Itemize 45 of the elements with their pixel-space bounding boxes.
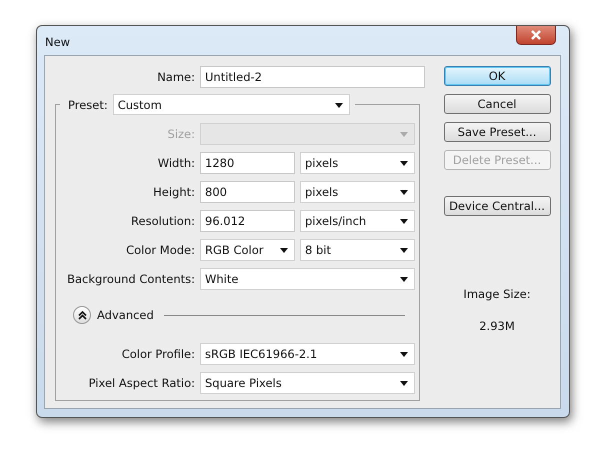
dropdown[interactable]: pixels [300, 181, 415, 203]
cancel-button[interactable]: Cancel [444, 94, 550, 114]
dropdown[interactable]: sRGB IEC61966-2.1 [200, 343, 415, 365]
caret-icon [400, 161, 408, 166]
window-title: New [45, 35, 70, 49]
caret-icon [400, 248, 408, 253]
caret-icon [334, 103, 343, 108]
input-field[interactable]: Untitled-2 [200, 66, 425, 88]
caret-icon [400, 190, 408, 195]
input-field[interactable]: 96.012 [200, 210, 295, 232]
ok-button[interactable]: OK [444, 66, 550, 86]
caret-icon [400, 381, 408, 386]
save-preset-button[interactable]: Save Preset... [444, 122, 550, 142]
field-label: Color Mode: [125, 243, 195, 257]
field-label: Height: [152, 185, 195, 199]
caret-icon [400, 219, 408, 224]
caret-icon [400, 132, 408, 137]
dropdown[interactable]: pixels/inch [300, 210, 415, 232]
image-size-label: Image Size: [463, 287, 531, 301]
field-label: Preset: [68, 98, 108, 112]
caret-icon [400, 352, 408, 357]
field-label: Background Contents: [66, 272, 195, 286]
field-label: Resolution: [130, 214, 195, 228]
dropdown[interactable]: RGB Color [200, 239, 295, 261]
input-field[interactable]: 1280 [200, 152, 295, 174]
close-button[interactable] [516, 26, 556, 45]
dropdown[interactable]: pixels [300, 152, 415, 174]
close-icon [530, 30, 542, 40]
dropdown[interactable]: White [200, 268, 415, 290]
field-label: Size: [166, 127, 195, 141]
dropdown[interactable]: Custom [112, 94, 350, 115]
caret-icon [400, 277, 408, 282]
dropdown[interactable]: Square Pixels [200, 372, 415, 394]
image-size-value: 2.93M [479, 319, 515, 333]
expand-toggle[interactable] [73, 306, 91, 324]
field-label: Color Profile: [120, 347, 195, 361]
device-central-button[interactable]: Device Central... [444, 196, 550, 216]
field-label: Width: [156, 156, 195, 170]
field-label: Name: [156, 70, 195, 84]
dropdown[interactable]: 8 bit [300, 239, 415, 261]
field-label: Pixel Aspect Ratio: [88, 376, 195, 390]
chevron-icon [78, 310, 86, 320]
caret-icon [280, 248, 288, 253]
section-label: Advanced [97, 308, 154, 322]
input-field[interactable]: 800 [200, 181, 295, 203]
